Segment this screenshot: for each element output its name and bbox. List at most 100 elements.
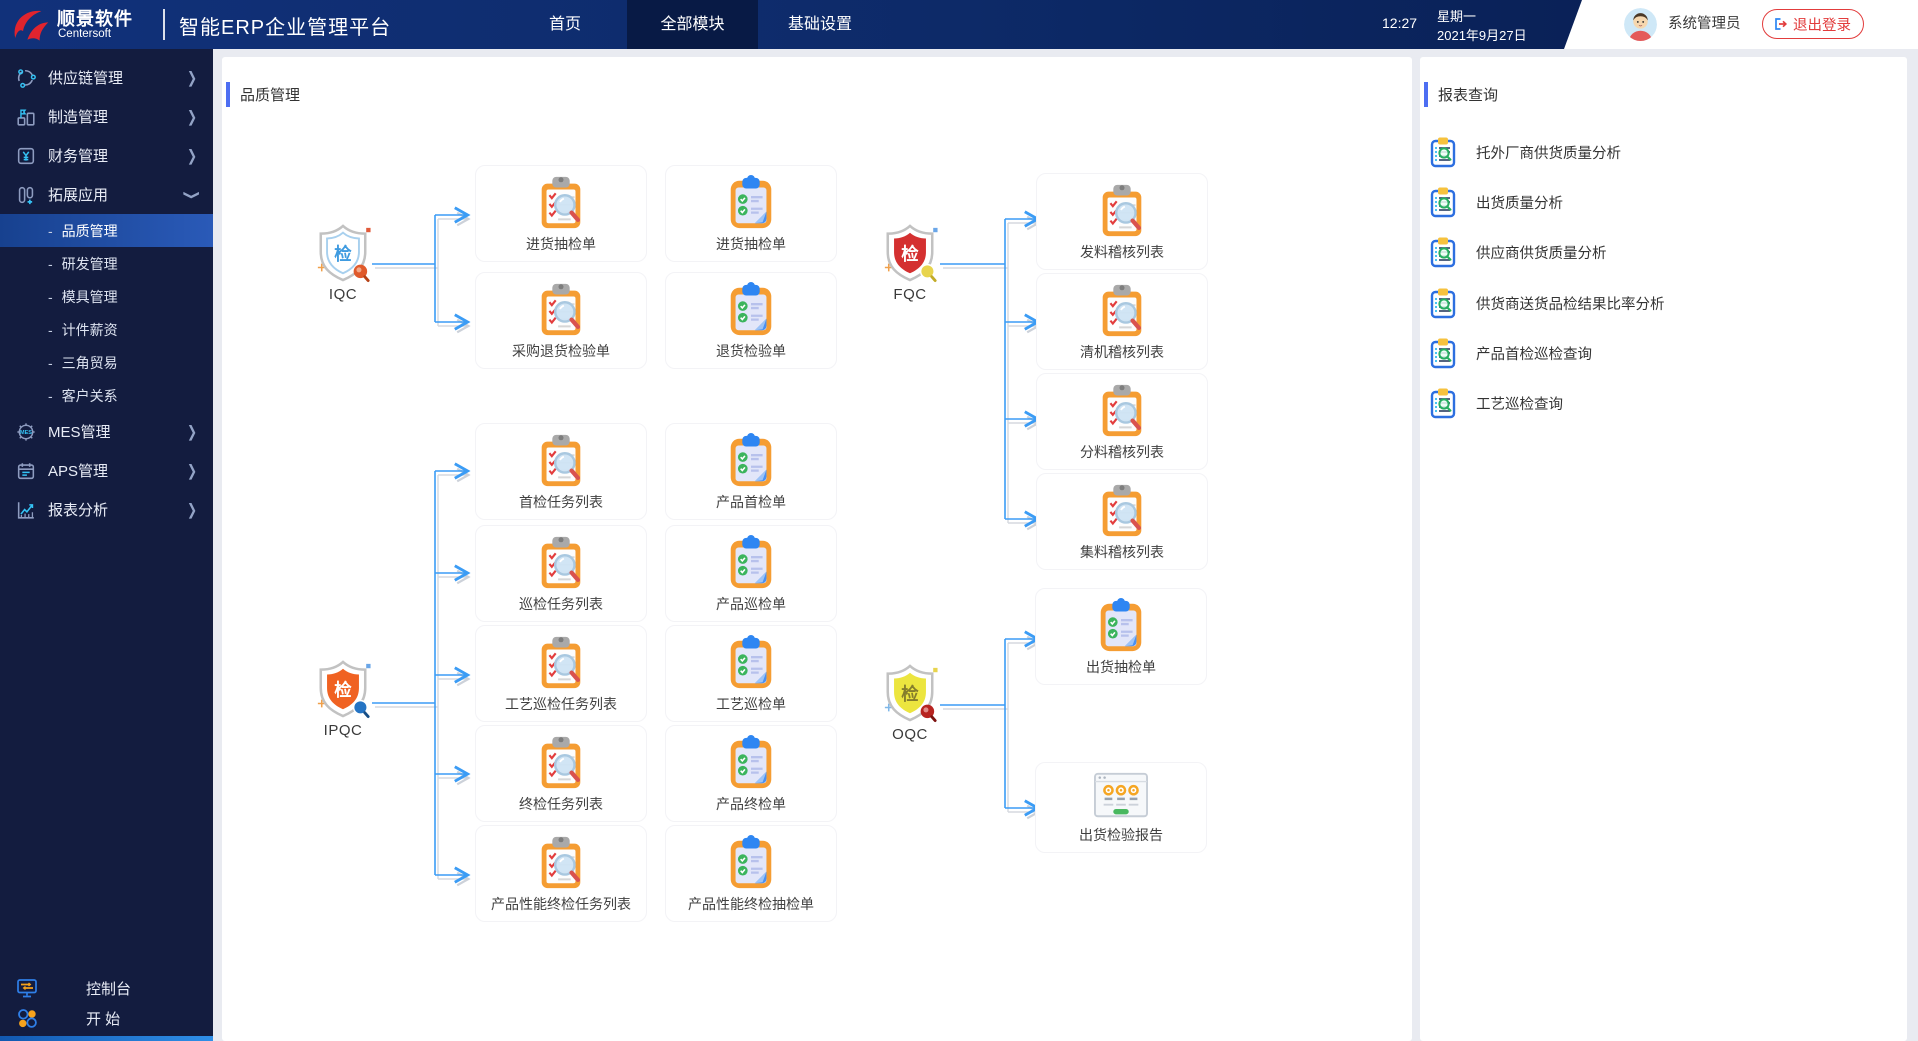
report-doc-icon (1428, 136, 1458, 168)
mes-gear-icon: MES (17, 422, 35, 441)
oqc-shield-icon: 检 (884, 664, 938, 722)
chevron-down-icon: ❯ (182, 189, 202, 200)
user-avatar[interactable] (1624, 8, 1657, 41)
module-iqc-incoming-sampling-list[interactable]: 进货抽检单 (475, 165, 647, 262)
sidebar-label: 报表分析 (48, 502, 109, 519)
logout-icon (1775, 18, 1788, 30)
console-button[interactable]: 控制台 (0, 973, 213, 1003)
module-material-collect-audit-list[interactable]: 集料稽核列表 (1036, 473, 1208, 570)
sidebar-label: 财务管理 (48, 148, 109, 165)
module-iqc-incoming-sampling-doc[interactable]: 进货抽检单 (665, 165, 837, 262)
sidebar-subitem-piecework[interactable]: - 计件薪资 (0, 313, 213, 346)
sidebar-item-supply-chain[interactable]: 供应链管理 ❯ (0, 58, 213, 97)
sidebar-item-mes[interactable]: MES MES管理 ❯ (0, 412, 213, 451)
module-product-performance-final-sampling-doc[interactable]: 产品性能终检抽检单 (665, 825, 837, 922)
sidebar-bottom: 控制台 开 始 (0, 973, 213, 1041)
chevron-right-icon: ❯ (186, 500, 197, 519)
sidebar-item-manufacturing[interactable]: 制造管理 ❯ (0, 97, 213, 136)
fqc-label: FQC (893, 286, 927, 303)
sidebar-label: 供应链管理 (48, 70, 124, 87)
oqc-label: OQC (892, 726, 928, 743)
module-product-final-inspection-doc[interactable]: 产品终检单 (665, 725, 837, 822)
sidebar-sublabel: 客户关系 (61, 387, 118, 404)
module-machine-clear-audit-list[interactable]: 清机稽核列表 (1036, 273, 1208, 370)
nav-all-modules[interactable]: 全部模块 (627, 0, 758, 49)
sidebar-subitem-mold[interactable]: - 模具管理 (0, 280, 213, 313)
ipqc-label: IPQC (323, 722, 363, 739)
iqc-shield-icon: 检 (317, 224, 371, 282)
username: 系统管理员 (1668, 16, 1741, 32)
sidebar-label: 制造管理 (48, 109, 109, 126)
app-title: 智能ERP企业管理平台 (179, 17, 392, 39)
sidebar-label: 拓展应用 (48, 187, 109, 204)
report-doc-icon (1428, 387, 1458, 419)
start-label: 开 始 (86, 1010, 121, 1028)
svg-text:检: 检 (334, 680, 352, 700)
content-area: 品质管理 检 IQC 进货抽检单 采购退货检验单 进货抽检单 退货检验单 检 F… (213, 49, 1918, 1041)
module-patrol-inspection-task-list[interactable]: 巡检任务列表 (475, 525, 647, 622)
top-bar-user-area: 系统管理员 退出登录 (1564, 0, 1918, 49)
sidebar-subitem-triangle-trade[interactable]: - 三角贸易 (0, 346, 213, 379)
module-product-performance-final-task-list[interactable]: 产品性能终检任务列表 (475, 825, 647, 922)
top-bar: 顺景软件 Centersoft 智能ERP企业管理平台 首页 全部模块 基础设置… (0, 0, 1918, 49)
chevron-right-icon: ❯ (186, 422, 197, 441)
quality-management-panel: 品质管理 检 IQC 进货抽检单 采购退货检验单 进货抽检单 退货检验单 检 F… (222, 57, 1412, 1041)
sidebar-label: APS管理 (48, 463, 109, 480)
iqc-label: IQC (328, 286, 358, 303)
module-issue-audit-list[interactable]: 发料稽核列表 (1036, 173, 1208, 270)
module-return-inspection-doc[interactable]: 退货检验单 (665, 272, 837, 369)
module-product-patrol-inspection-doc[interactable]: 产品巡检单 (665, 525, 837, 622)
aps-calendar-icon (17, 462, 35, 479)
chevron-right-icon: ❯ (186, 146, 197, 165)
start-icon (18, 1009, 37, 1028)
module-product-first-inspection-doc[interactable]: 产品首检单 (665, 423, 837, 520)
sidebar-item-finance[interactable]: 财务管理 ❯ (0, 136, 213, 175)
module-first-inspection-task-list[interactable]: 首检任务列表 (475, 423, 647, 520)
report-item-process-patrol-query[interactable]: 工艺巡检查询 (1428, 384, 1898, 422)
nav-home[interactable]: 首页 (503, 0, 627, 49)
start-button[interactable]: 开 始 (0, 1003, 213, 1033)
module-final-inspection-task-list[interactable]: 终检任务列表 (475, 725, 647, 822)
module-shipment-sampling-doc[interactable]: 出货抽检单 (1035, 588, 1207, 685)
module-process-patrol-task-list[interactable]: 工艺巡检任务列表 (475, 625, 647, 722)
module-process-patrol-inspection-doc[interactable]: 工艺巡检单 (665, 625, 837, 722)
fqc-shield: 检 FQC (849, 223, 971, 303)
sidebar-item-aps[interactable]: APS管理 ❯ (0, 451, 213, 490)
module-purchase-return-inspection-list[interactable]: 采购退货检验单 (475, 272, 647, 369)
ipqc-shield-icon: 检 (317, 660, 371, 718)
chevron-right-icon: ❯ (186, 461, 197, 480)
clock-date: 2021年9月27日 (1437, 28, 1527, 43)
sidebar-subitem-rd[interactable]: - 研发管理 (0, 247, 213, 280)
chevron-right-icon: ❯ (186, 68, 197, 87)
report-item-outsource-supplier-quality[interactable]: 托外厂商供货质量分析 (1428, 133, 1898, 171)
company-logo-icon (14, 10, 49, 41)
report-item-supplier-delivery-inspection-ratio[interactable]: 供货商送货品检结果比率分析 (1428, 284, 1898, 322)
sidebar-subitem-crm[interactable]: - 客户关系 (0, 379, 213, 412)
report-doc-icon (1428, 186, 1458, 218)
clock-time: 12:27 (1382, 15, 1418, 31)
report-item-supplier-quality[interactable]: 供应商供货质量分析 (1428, 233, 1898, 271)
sidebar-item-extensions[interactable]: 拓展应用 ❯ (0, 175, 213, 214)
iqc-shield: 检 IQC (282, 223, 404, 303)
sidebar-sublabel: 研发管理 (61, 255, 118, 272)
sidebar-item-report-analysis[interactable]: 报表分析 ❯ (0, 490, 213, 529)
report-item-first-patrol-inspection-query[interactable]: 产品首检巡检查询 (1428, 334, 1898, 372)
supply-chain-icon (17, 68, 36, 88)
oqc-shield: 检 OQC (849, 663, 971, 743)
sidebar-subitem-quality[interactable]: - 品质管理 (0, 214, 213, 247)
nav-basic-settings[interactable]: 基础设置 (758, 0, 882, 49)
clock-weekday: 星期一 (1437, 9, 1477, 24)
erp-application: 顺景软件 Centersoft 智能ERP企业管理平台 首页 全部模块 基础设置… (0, 0, 1918, 1041)
logout-button[interactable]: 退出登录 (1762, 9, 1864, 39)
module-shipment-inspection-report[interactable]: 出货检验报告 (1035, 762, 1207, 853)
svg-text:检: 检 (334, 244, 352, 264)
svg-text:MES: MES (20, 430, 32, 436)
ipqc-shield: 检 IPQC (282, 659, 404, 739)
chevron-right-icon: ❯ (186, 107, 197, 126)
logo-divider (163, 9, 165, 40)
sidebar-label: MES管理 (48, 424, 111, 441)
sidebar-sublabel: 模具管理 (61, 288, 118, 305)
report-query-panel: 报表查询 托外厂商供货质量分析 出货质量分析 供应商供货质量分析 供货商送货品检… (1420, 57, 1907, 1041)
report-item-shipment-quality[interactable]: 出货质量分析 (1428, 183, 1898, 221)
module-material-split-audit-list[interactable]: 分料稽核列表 (1036, 373, 1208, 470)
